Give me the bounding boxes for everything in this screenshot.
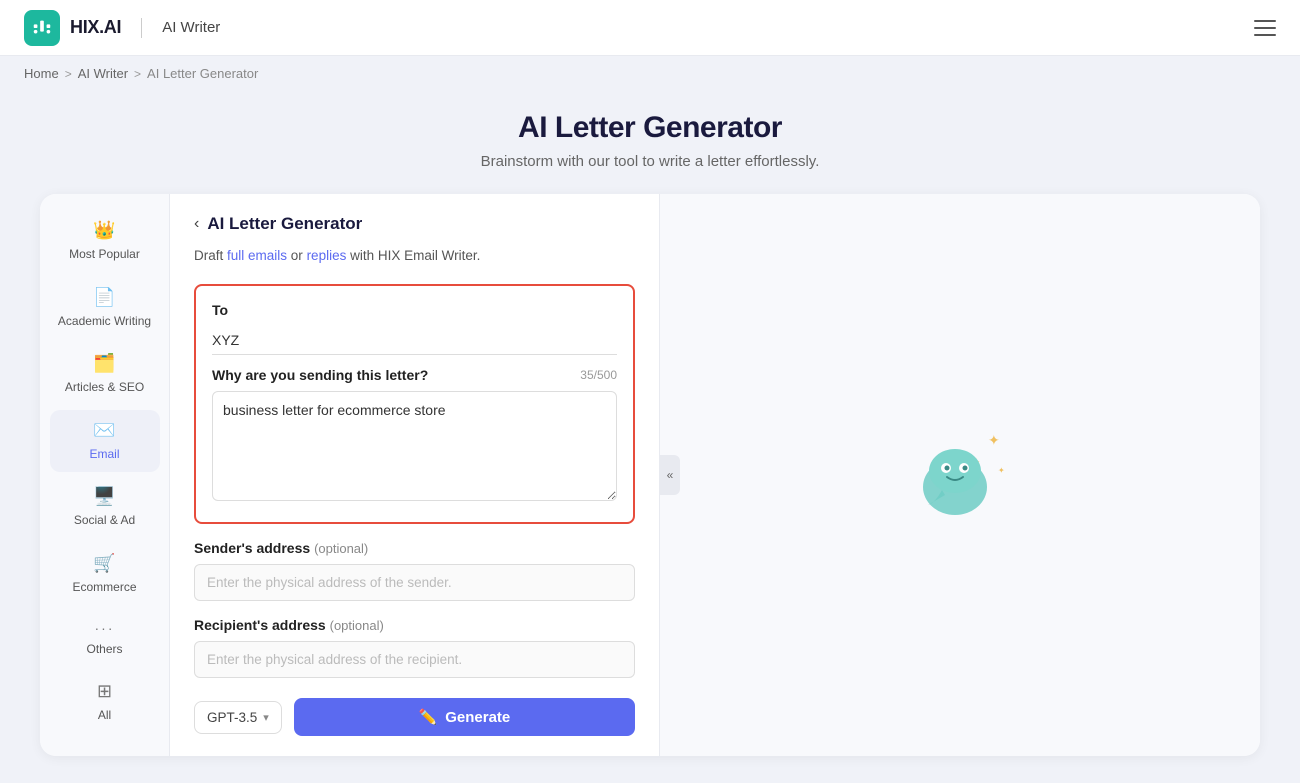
description-middle: or: [287, 248, 307, 263]
collapse-panel-button[interactable]: «: [660, 455, 680, 495]
description-suffix: with HIX Email Writer.: [346, 248, 480, 263]
sender-address-group: Sender's address (optional): [194, 540, 635, 601]
highlighted-form-section: To Why are you sending this letter? 35/5…: [194, 284, 635, 524]
sidebar-label-social: Social & Ad: [74, 513, 135, 529]
academic-icon: 📄: [93, 287, 115, 308]
breadcrumb: Home > AI Writer > AI Letter Generator: [0, 56, 1300, 91]
back-button[interactable]: ‹: [194, 215, 199, 233]
sidebar-label-email: Email: [89, 447, 119, 463]
ecommerce-icon: 🛒: [93, 553, 115, 574]
tool-title: AI Letter Generator: [207, 214, 362, 234]
sidebar-label-most-popular: Most Popular: [69, 247, 140, 263]
svg-text:✦: ✦: [988, 432, 1000, 448]
char-count: 35/500: [580, 368, 617, 382]
reason-label: Why are you sending this letter?: [212, 367, 428, 383]
generate-button[interactable]: ✏️ Generate: [294, 698, 635, 736]
header-logo-area: HIX.AI AI Writer: [24, 10, 220, 46]
sidebar-label-all: All: [98, 708, 111, 724]
page-subtitle: Brainstorm with our tool to write a lett…: [0, 153, 1300, 170]
page-title: AI Letter Generator: [0, 111, 1300, 145]
hix-logo-icon: [24, 10, 60, 46]
sidebar-label-academic: Academic Writing: [58, 314, 151, 330]
content-panel: ‹ AI Letter Generator Draft full emails …: [170, 194, 660, 756]
sidebar-label-others: Others: [86, 642, 122, 658]
bottom-bar: GPT-3.5 ▾ ✏️ Generate: [194, 698, 635, 736]
tool-description: Draft full emails or replies with HIX Em…: [194, 246, 635, 266]
model-selector[interactable]: GPT-3.5 ▾: [194, 701, 282, 734]
preview-panel: « ✦ ✦ ✦: [660, 194, 1260, 756]
others-icon: ···: [95, 620, 115, 636]
sidebar-label-articles: Articles & SEO: [65, 380, 144, 396]
breadcrumb-sep-2: >: [134, 67, 141, 81]
sidebar-item-others[interactable]: ··· Others: [50, 610, 160, 668]
generate-icon: ✏️: [419, 708, 438, 726]
sender-address-input[interactable]: [194, 564, 635, 601]
page-title-area: AI Letter Generator Brainstorm with our …: [0, 91, 1300, 194]
sidebar-item-most-popular[interactable]: 👑 Most Popular: [50, 210, 160, 273]
recipient-address-label: Recipient's address (optional): [194, 617, 635, 633]
recipient-address-input[interactable]: [194, 641, 635, 678]
header-divider: [141, 18, 142, 38]
sidebar: 👑 Most Popular 📄 Academic Writing 🗂️ Art…: [40, 194, 170, 756]
breadcrumb-ai-writer[interactable]: AI Writer: [78, 66, 128, 81]
sidebar-item-academic-writing[interactable]: 📄 Academic Writing: [50, 277, 160, 340]
crown-icon: 👑: [93, 220, 115, 241]
sidebar-item-email[interactable]: ✉️ Email: [50, 410, 160, 473]
social-icon: 🖥️: [93, 486, 115, 507]
to-label: To: [212, 302, 617, 318]
sidebar-item-all[interactable]: ⊞ All: [50, 671, 160, 734]
sidebar-label-ecommerce: Ecommerce: [72, 580, 136, 596]
breadcrumb-current: AI Letter Generator: [147, 66, 258, 81]
generate-label: Generate: [445, 709, 510, 726]
tool-header: ‹ AI Letter Generator: [194, 214, 635, 234]
email-icon: ✉️: [93, 420, 115, 441]
sidebar-item-articles-seo[interactable]: 🗂️ Articles & SEO: [50, 343, 160, 406]
breadcrumb-sep-1: >: [65, 67, 72, 81]
main-container: 👑 Most Popular 📄 Academic Writing 🗂️ Art…: [40, 194, 1260, 756]
reason-textarea[interactable]: business letter for ecommerce store: [212, 391, 617, 501]
replies-link[interactable]: replies: [307, 248, 347, 263]
app-header: HIX.AI AI Writer: [0, 0, 1300, 56]
chevron-down-icon: ▾: [263, 711, 269, 724]
sidebar-item-social-ad[interactable]: 🖥️ Social & Ad: [50, 476, 160, 539]
breadcrumb-home[interactable]: Home: [24, 66, 59, 81]
hamburger-menu[interactable]: [1254, 20, 1276, 36]
full-emails-link[interactable]: full emails: [227, 248, 287, 263]
logo-text: HIX.AI: [70, 17, 121, 38]
articles-icon: 🗂️: [93, 353, 115, 374]
header-subtitle: AI Writer: [162, 19, 220, 36]
svg-text:✦: ✦: [998, 466, 1005, 475]
reason-label-row: Why are you sending this letter? 35/500: [212, 367, 617, 383]
sidebar-item-ecommerce[interactable]: 🛒 Ecommerce: [50, 543, 160, 606]
to-input[interactable]: [212, 326, 617, 355]
description-prefix: Draft: [194, 248, 227, 263]
mascot-illustration: ✦ ✦ ✦: [900, 415, 1020, 535]
recipient-address-group: Recipient's address (optional): [194, 617, 635, 678]
model-label: GPT-3.5: [207, 710, 257, 725]
all-icon: ⊞: [97, 681, 112, 702]
sender-address-label: Sender's address (optional): [194, 540, 635, 556]
